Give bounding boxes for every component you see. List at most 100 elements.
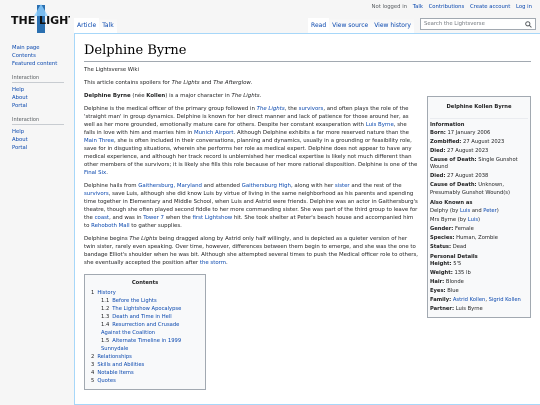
sidebar-item-help[interactable]: Help (12, 86, 72, 94)
inline-link[interactable]: the storm (200, 260, 226, 266)
contributions-link[interactable]: Contributions (429, 4, 465, 10)
sidebar-interaction: Interaction Help About Portal (12, 75, 72, 110)
lead-work: The Lights (231, 93, 260, 99)
tab-read-label[interactable]: Read (311, 22, 326, 29)
infobox-row-status: Status: Dead (430, 244, 528, 252)
toc-link[interactable]: Relationships (97, 354, 132, 360)
tab-view-history[interactable]: View history (371, 18, 414, 33)
aka-luis-link[interactable]: Luis (460, 208, 470, 214)
toc-item[interactable]: 5 Quotes (91, 377, 199, 385)
infobox-value: 27 August 2023 (447, 147, 489, 154)
toc-link[interactable]: History (97, 290, 115, 296)
toc-number: 1.4 (101, 322, 110, 328)
infobox-value: Blonde (445, 279, 464, 286)
sidebar-item-about-2[interactable]: About (12, 136, 72, 144)
tab-talk[interactable]: Talk (99, 18, 117, 33)
toc-link[interactable]: Resurrection and Crusade Against the Coa… (101, 322, 179, 336)
toc-number: 1.2 (101, 306, 110, 312)
toc-item[interactable]: 1.5 Alternate Timeline in 1999 Sunnydale (91, 337, 199, 353)
tab-article-label[interactable]: Article (77, 22, 96, 29)
tab-view-history-label[interactable]: View history (374, 22, 411, 29)
toc-item[interactable]: 1.1 Before the Lights (91, 297, 199, 305)
inline-link[interactable]: first Lightshow (193, 215, 233, 221)
log-in-link[interactable]: Log in (516, 4, 532, 10)
toc-link[interactable]: Skills and Abilities (97, 362, 144, 368)
create-account-link[interactable]: Create account (470, 4, 510, 10)
site-logo[interactable]: THE LIGHTS (10, 4, 70, 34)
toc-link[interactable]: Death and Time in Hell (112, 314, 171, 320)
inline-link[interactable]: Rehoboth Mall (91, 223, 129, 229)
spoiler-work-2: The Afterglow (213, 80, 251, 86)
inline-emphasis: The Lights (129, 236, 158, 242)
infobox-label: Hair: (430, 279, 445, 286)
infobox-label: Height: (430, 261, 452, 268)
inline-link[interactable]: Luis Byrne (366, 122, 394, 128)
spoiler-work-1: The Lights (171, 80, 200, 86)
search-input[interactable]: Search the Lightsverse (420, 18, 536, 30)
infobox-row-aka-1: Delphy (by Luis and Peter) (430, 208, 528, 216)
infobox-label: Eyes: (430, 288, 446, 295)
toc-item[interactable]: 1 History (91, 289, 199, 297)
family-astrid-link[interactable]: Astrid Kollen (453, 297, 485, 303)
infobox-row-born: Born: 17 January 2006 (430, 130, 528, 138)
infobox-label: Family: (430, 297, 452, 304)
sidebar-item-featured-content[interactable]: Featured content (12, 60, 72, 68)
toc-number: 5 (91, 378, 95, 384)
family-sigrid-link[interactable]: Sigrid Kollen (489, 297, 521, 303)
sidebar-interaction-2: Interaction Help About Portal (12, 117, 72, 152)
infobox-value: Mrs Byrne (by (430, 216, 468, 223)
inline-link[interactable]: Tower 7 (143, 215, 164, 221)
toc-link[interactable]: Notable Items (97, 370, 133, 376)
table-of-contents: Contents 1 History 1.1 Before the Lights 1.2… (84, 274, 206, 390)
infobox-row-cause-1: Cause of Death: Single Gunshot Wound (430, 157, 528, 173)
inline-link[interactable]: The Lights (257, 106, 285, 112)
toc-link[interactable]: The Lightshow Apocalypse (112, 306, 181, 312)
aka-luis-link-2[interactable]: Luis (468, 217, 478, 223)
toc-item[interactable]: 2 Relationships (91, 353, 199, 361)
toc-item[interactable]: 1.3 Death and Time in Hell (91, 313, 199, 321)
tab-article[interactable]: Article (74, 18, 100, 33)
sidebar-item-contents[interactable]: Contents (12, 52, 72, 60)
toc-item[interactable]: 3 Skills and Abilities (91, 361, 199, 369)
search-placeholder: Search the Lightsverse (424, 21, 485, 27)
inline-link[interactable]: coast (95, 215, 110, 221)
tab-view-source[interactable]: View source (329, 18, 372, 33)
infobox-row-species: Species: Human, Zombie (430, 235, 528, 243)
tab-talk-label[interactable]: Talk (102, 22, 114, 29)
spoiler-and: and (199, 80, 214, 86)
inline-link[interactable]: Munich Airport (194, 130, 234, 136)
infobox-row-family: Family: Astrid Kollen, Sigrid Kollen (430, 297, 528, 305)
search-icon[interactable] (525, 20, 532, 28)
sidebar-item-about[interactable]: About (12, 94, 72, 102)
infobox-value: Luis Byrne (455, 305, 483, 312)
talk-link[interactable]: Talk (413, 4, 423, 10)
toc-link[interactable]: Alternate Timeline in 1999 Sunnydale (101, 338, 181, 352)
sidebar-item-portal-2[interactable]: Portal (12, 144, 72, 152)
inline-link[interactable]: Gaithersburg High (242, 183, 291, 189)
infobox-row-died-1: Died: 27 August 2023 (430, 148, 528, 156)
infobox-label: Cause of Death: (430, 156, 477, 163)
inline-link[interactable]: Gaithersburg, Maryland (138, 183, 202, 189)
sidebar-item-main-page[interactable]: Main page (12, 44, 72, 52)
tab-view-source-label[interactable]: View source (332, 22, 368, 29)
aka-peter-link[interactable]: Peter (483, 208, 497, 214)
sidebar-navigation: Main page Contents Featured content (12, 44, 72, 68)
tab-read[interactable]: Read (308, 18, 330, 33)
infobox-value: 135 lb (454, 270, 471, 277)
toc-item[interactable]: 1.2 The Lightshow Apocalypse (91, 305, 199, 313)
inline-link[interactable]: survivors (84, 191, 109, 197)
inline-link[interactable]: Main Three (84, 138, 114, 144)
infobox-value: ) (496, 207, 499, 214)
toc-item[interactable]: 4 Notable Items (91, 369, 199, 377)
sidebar-item-portal[interactable]: Portal (12, 102, 72, 110)
infobox-row-partner: Partner: Luis Byrne (430, 306, 528, 314)
inline-link[interactable]: survivors (299, 106, 324, 112)
site-subtitle: The Lightsverse Wiki (84, 67, 139, 73)
toc-item[interactable]: 1.4 Resurrection and Crusade Against the … (91, 321, 199, 337)
toc-link[interactable]: Quotes (97, 378, 115, 384)
inline-link[interactable]: Final Six (84, 170, 106, 176)
inline-link[interactable]: sister (335, 183, 350, 189)
toc-link[interactable]: Before the Lights (112, 298, 156, 304)
toc-number: 3 (91, 362, 95, 368)
sidebar-item-help-2[interactable]: Help (12, 128, 72, 136)
